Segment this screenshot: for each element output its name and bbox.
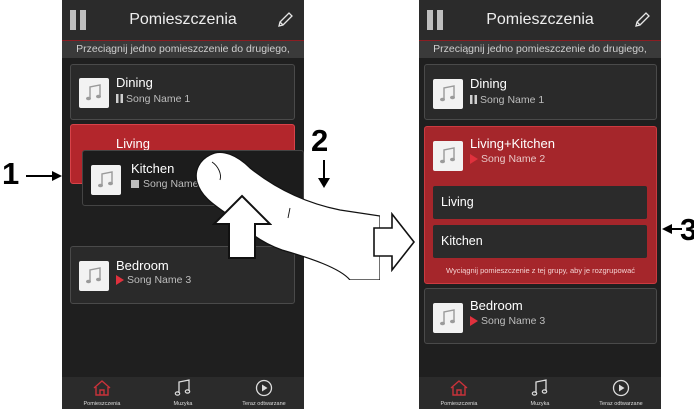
stop-icon (131, 180, 139, 188)
music-note-icon (98, 171, 113, 188)
music-note-icon (440, 85, 455, 102)
pointer-arrow-left (662, 224, 682, 234)
pause-icon (470, 95, 477, 104)
tab-rooms[interactable]: Pomieszczenia (419, 377, 499, 409)
home-icon (450, 380, 468, 396)
tab-label: Pomieszczenia (440, 401, 478, 407)
drag-hint: Przeciągnij jedno pomieszczenie do drugi… (62, 40, 304, 58)
tab-now-playing[interactable]: Teraz odtwarzane (581, 377, 661, 409)
room-name: Living+Kitchen (470, 136, 555, 151)
tab-rooms[interactable]: Pomieszczenia (62, 377, 142, 409)
step-number-1: 1 (2, 156, 20, 191)
song-name: Song Name 3 (481, 315, 546, 327)
tab-label: Teraz odtwarzane (242, 401, 286, 407)
tab-bar: Pomieszczenia Muzyka Teraz odtwarzane (419, 377, 661, 409)
album-art (91, 165, 121, 195)
step-number-3: 3 (680, 212, 694, 247)
music-notes-icon (174, 379, 191, 396)
header-bar: Pomieszczenia (419, 0, 661, 40)
song-name: Song Name 2 (481, 153, 546, 165)
music-note-icon (86, 267, 101, 284)
tab-bar: Pomieszczenia Muzyka Teraz odtwarzane (62, 377, 304, 409)
tab-now-playing[interactable]: Teraz odtwarzane (224, 377, 304, 409)
play-circle-icon (255, 379, 273, 397)
tab-label: Teraz odtwarzane (599, 401, 643, 407)
album-art (433, 79, 463, 109)
page-title: Pomieszczenia (129, 11, 237, 28)
room-group-living-kitchen[interactable]: Living+Kitchen Song Name 2 Living Kitche… (424, 126, 657, 284)
drag-hint: Przeciągnij jedno pomieszczenie do drugi… (419, 40, 661, 58)
room-card-dining[interactable]: Dining Song Name 1 (70, 64, 295, 120)
room-name: Bedroom (470, 298, 523, 313)
music-notes-icon (531, 379, 548, 396)
step-number-2: 2 (311, 123, 329, 158)
pointer-arrow-right (26, 171, 62, 181)
music-note-icon (440, 309, 455, 326)
play-circle-icon (612, 379, 630, 397)
page-title: Pomieszczenia (486, 11, 594, 28)
group-member-kitchen[interactable]: Kitchen (433, 225, 647, 258)
tab-label: Muzyka (173, 401, 193, 407)
song-name: Song Name 3 (127, 274, 192, 286)
room-card-bedroom[interactable]: Bedroom Song Name 3 (424, 288, 657, 344)
tab-label: Pomieszczenia (83, 401, 121, 407)
tab-music[interactable]: Muzyka (500, 377, 580, 409)
music-note-icon (86, 84, 101, 101)
tab-music[interactable]: Muzyka (143, 377, 223, 409)
room-card-dining[interactable]: Dining Song Name 1 (424, 64, 657, 120)
home-icon (93, 380, 111, 396)
tab-label: Muzyka (530, 401, 550, 407)
album-art (433, 141, 463, 171)
room-name: Bedroom (116, 258, 169, 273)
pointer-arrow-down (318, 160, 330, 188)
room-name: Dining (470, 76, 507, 91)
pencil-icon[interactable] (633, 11, 651, 29)
room-name: Dining (116, 75, 153, 90)
ungroup-hint: Wyciągnij pomieszczenie z tej grupy, aby… (445, 266, 636, 275)
play-icon (470, 316, 478, 326)
room-name: Kitchen (131, 161, 175, 176)
play-icon (116, 275, 124, 285)
pencil-icon[interactable] (276, 11, 294, 29)
play-icon (470, 154, 478, 164)
group-member-living[interactable]: Living (433, 186, 647, 219)
album-art (79, 261, 109, 291)
song-name: Song Name 1 (126, 93, 191, 105)
drag-up-arrow (212, 194, 272, 259)
album-art (79, 78, 109, 108)
pause-icon (116, 94, 123, 103)
phone-screen-right: Pomieszczenia Przeciągnij jedno pomieszc… (419, 0, 661, 409)
song-name: Song Name 1 (480, 94, 545, 106)
header-bar: Pomieszczenia (62, 0, 304, 40)
music-note-icon (440, 147, 455, 164)
transition-arrow (373, 212, 416, 272)
room-name: Living (116, 136, 150, 151)
album-art (433, 303, 463, 333)
